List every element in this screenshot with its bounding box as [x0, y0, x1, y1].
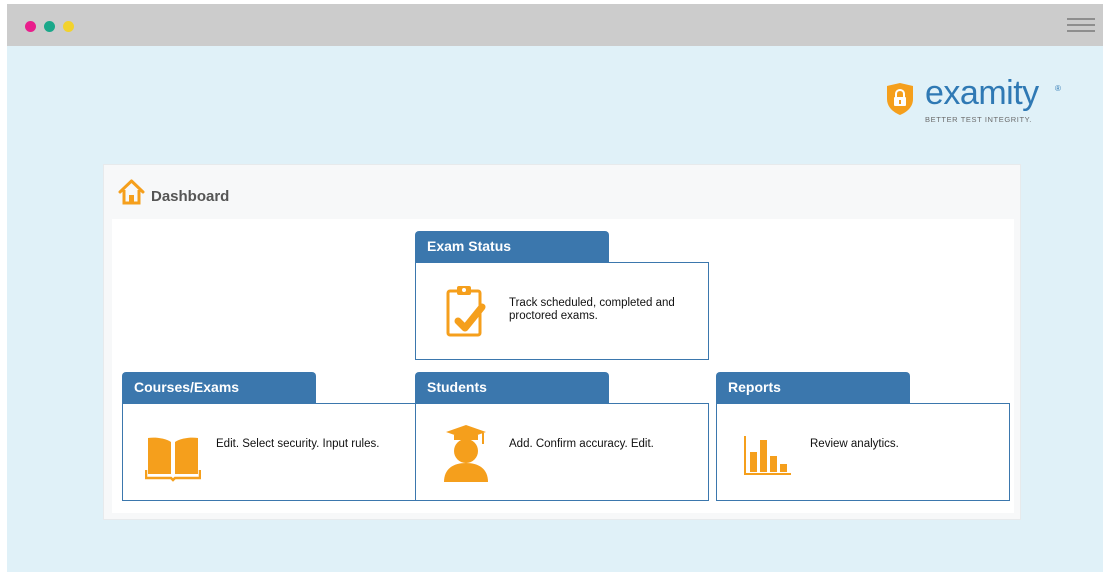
graduate-icon: [444, 425, 488, 482]
exam-status-description: Track scheduled, completed and proctored…: [509, 297, 675, 322]
dashboard-cards: Exam Status Track scheduled, completed a…: [112, 219, 1014, 513]
minimize-window-button[interactable]: [44, 21, 55, 32]
title-bar: [7, 4, 1103, 46]
shield-lock-icon: [887, 83, 913, 115]
students-tab[interactable]: Students: [415, 372, 609, 403]
courses-exams-tab[interactable]: Courses/Exams: [122, 372, 316, 403]
bar-chart-icon: [744, 436, 791, 475]
exam-status-tab[interactable]: Exam Status: [415, 231, 609, 262]
page-title: Dashboard: [151, 188, 230, 205]
maximize-window-button[interactable]: [63, 21, 74, 32]
brand-name: examity: [925, 74, 1039, 112]
reports-body[interactable]: Review analytics.: [716, 403, 1010, 501]
courses-exams-body[interactable]: Edit. Select security. Input rules.: [122, 403, 416, 501]
students-description: Add. Confirm accuracy. Edit.: [509, 438, 654, 450]
reports-tab[interactable]: Reports: [716, 372, 910, 403]
hamburger-menu-icon[interactable]: [1067, 18, 1097, 34]
registered-mark: ®: [1055, 84, 1061, 93]
close-window-button[interactable]: [25, 21, 36, 32]
reports-description: Review analytics.: [810, 438, 899, 450]
examity-logo: examity ® BETTER TEST INTEGRITY.: [885, 74, 1065, 132]
open-book-icon: [145, 437, 201, 482]
exam-status-body[interactable]: Track scheduled, completed and proctored…: [415, 262, 709, 360]
clipboard-check-icon: [446, 286, 486, 337]
brand-tagline: BETTER TEST INTEGRITY.: [925, 115, 1032, 124]
courses-exams-description: Edit. Select security. Input rules.: [216, 438, 380, 450]
home-icon[interactable]: [118, 179, 145, 205]
dashboard-panel: Dashboard Exam Status Track scheduled, c…: [103, 164, 1021, 520]
browser-window: examity ® BETTER TEST INTEGRITY. Dashboa…: [7, 4, 1103, 572]
students-body[interactable]: Add. Confirm accuracy. Edit.: [415, 403, 709, 501]
